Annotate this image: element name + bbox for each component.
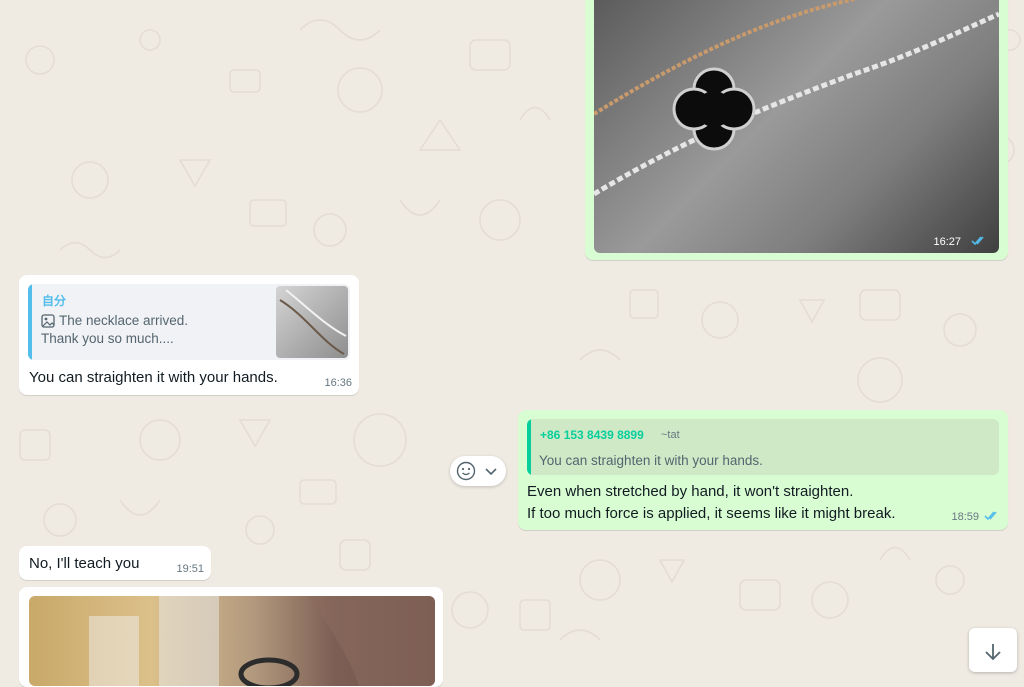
necklace-photo[interactable]: 16:27 [594,0,999,253]
hand-ring-illustration [89,596,435,686]
message-text-line-2: If too much force is applied, it seems l… [527,505,896,522]
reaction-menu-button[interactable] [450,456,506,486]
read-ticks-icon [984,511,997,521]
outgoing-image-message[interactable]: 16:27 [585,0,1008,260]
incoming-text-message[interactable]: No, I'll teach you 19:51 [19,546,211,580]
read-ticks-icon [971,236,984,246]
message-time: 16:36 [324,377,352,389]
message-time: 19:51 [176,563,204,575]
scroll-to-bottom-button[interactable] [969,628,1017,672]
incoming-reply-message[interactable]: 自分 The necklace arrived. Thank you so mu… [19,275,359,395]
chevron-down-icon[interactable] [484,464,498,478]
image-icon [41,314,55,328]
quote-sender-name: ~tat [661,429,680,441]
message-time: 18:59 [951,511,979,523]
quote-accent-bar [28,284,32,360]
quote-text-line-1: The necklace arrived. [59,313,189,328]
outgoing-reply-message[interactable]: +86 153 8439 8899 ~tat You can straighte… [518,410,1008,530]
necklace-thumbnail [279,289,347,355]
message-text-line-1: Even when stretched by hand, it won't st… [527,483,854,500]
quote-text: You can straighten it with your hands. [539,453,763,468]
quote-text-line-2: Thank you so much.... [41,331,174,346]
message-time: 16:27 [933,236,961,248]
message-text: No, I'll teach you [29,555,140,572]
quote-accent-bar [527,419,531,475]
necklace-illustration [594,0,999,197]
incoming-image-message[interactable] [19,587,443,687]
quote-sender: +86 153 8439 8899 [540,428,644,442]
quote-thumbnail [276,286,348,358]
quoted-message[interactable]: +86 153 8439 8899 ~tat You can straighte… [527,419,999,475]
arrow-down-icon[interactable] [983,642,1003,662]
message-text: You can straighten it with your hands. [29,369,278,386]
quoted-message[interactable]: 自分 The necklace arrived. Thank you so mu… [28,284,350,360]
smiley-icon[interactable] [456,461,476,481]
hand-with-ring-photo[interactable] [29,596,435,686]
quote-sender: 自分 [42,294,67,308]
